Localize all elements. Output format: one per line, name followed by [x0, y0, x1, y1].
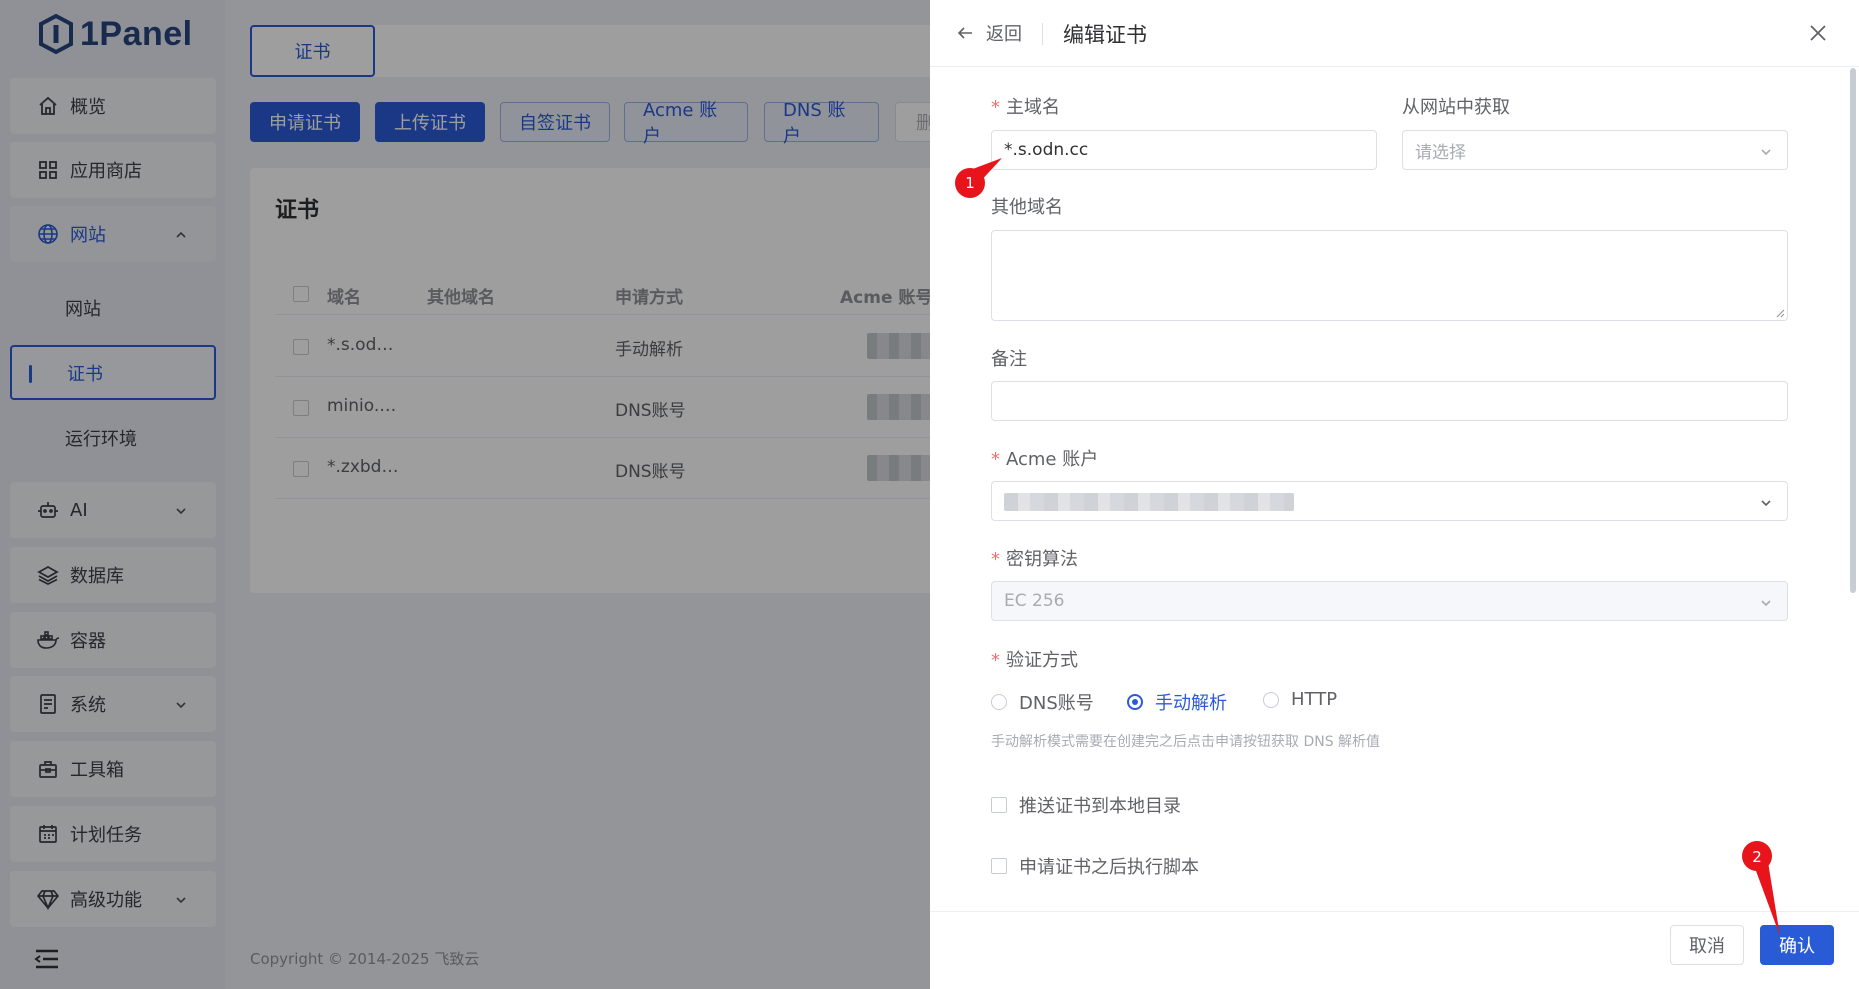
radio-circle [1263, 691, 1279, 708]
exec-script-checkbox[interactable]: 申请证书之后执行脚本 [991, 853, 1199, 879]
key-algorithm-label: * 密钥算法 [991, 545, 1078, 571]
close-icon[interactable] [1807, 22, 1829, 44]
blurred-account-value [1004, 493, 1294, 511]
radio-label: HTTP [1291, 689, 1338, 710]
label-text: Acme 账户 [1006, 449, 1099, 470]
primary-domain-label: * 主域名 [991, 93, 1060, 119]
acme-account-label: * Acme 账户 [991, 445, 1098, 471]
annotation-marker-1: 1 [955, 158, 1002, 198]
label-text: 主域名 [1006, 97, 1060, 118]
radio-circle [1127, 694, 1143, 710]
drawer-title: 编辑证书 [1063, 23, 1147, 47]
select-value: EC 256 [1004, 591, 1065, 611]
back-label: 返回 [986, 24, 1022, 45]
back-button[interactable]: 返回 [956, 20, 1022, 46]
acme-account-select[interactable] [991, 481, 1788, 521]
key-algorithm-select[interactable]: EC 256 [991, 581, 1788, 621]
header-divider [1042, 23, 1043, 45]
radio-dns-account[interactable]: DNS账号 [991, 689, 1094, 715]
checkbox-label: 推送证书到本地目录 [1019, 796, 1181, 817]
cancel-button[interactable]: 取消 [1670, 925, 1744, 965]
from-site-select[interactable]: 请选择 [1402, 130, 1788, 170]
chevron-down-icon [1759, 595, 1773, 609]
drawer-scrollbar[interactable] [1850, 68, 1856, 593]
required-mark: * [991, 449, 1000, 470]
chevron-down-icon [1759, 495, 1773, 509]
label-text: 密钥算法 [1006, 549, 1078, 570]
other-domains-textarea[interactable] [991, 230, 1788, 321]
verify-method-hint: 手动解析模式需要在创建完之后点击申请按钮获取 DNS 解析值 [991, 734, 1381, 750]
required-mark: * [991, 549, 1000, 570]
checkbox-box [991, 858, 1007, 874]
required-mark: * [991, 97, 1000, 118]
primary-domain-input[interactable]: *.s.odn.cc [991, 130, 1377, 170]
remark-label: 备注 [991, 349, 1027, 370]
radio-manual-resolve[interactable]: 手动解析 [1127, 689, 1227, 715]
drawer-footer: 取消 确认 [930, 911, 1859, 989]
drawer-header: 返回 编辑证书 [930, 0, 1859, 67]
from-site-label: 从网站中获取 [1402, 97, 1510, 118]
edit-certificate-drawer: 返回 编辑证书 * 主域名 *.s.odn.cc 从网站中获取 请选择 其他域名 … [930, 0, 1859, 989]
radio-http[interactable]: HTTP [1263, 689, 1337, 710]
push-local-checkbox[interactable]: 推送证书到本地目录 [991, 792, 1181, 818]
label-text: 验证方式 [1006, 650, 1078, 671]
chevron-down-icon [1759, 144, 1773, 158]
verify-method-label: * 验证方式 [991, 646, 1078, 672]
remark-input[interactable] [991, 381, 1788, 421]
marker-1-number: 1 [965, 174, 975, 192]
arrow-left-icon [956, 24, 974, 42]
marker-2-number: 2 [1752, 848, 1762, 866]
checkbox-label: 申请证书之后执行脚本 [1019, 857, 1199, 878]
select-placeholder: 请选择 [1415, 142, 1466, 163]
required-mark: * [991, 650, 1000, 671]
resize-handle-icon[interactable] [1775, 308, 1785, 318]
annotation-marker-2: 2 [1742, 841, 1780, 936]
checkbox-box [991, 797, 1007, 813]
radio-circle [991, 694, 1007, 710]
radio-label: 手动解析 [1155, 693, 1227, 714]
radio-label: DNS账号 [1019, 693, 1094, 714]
